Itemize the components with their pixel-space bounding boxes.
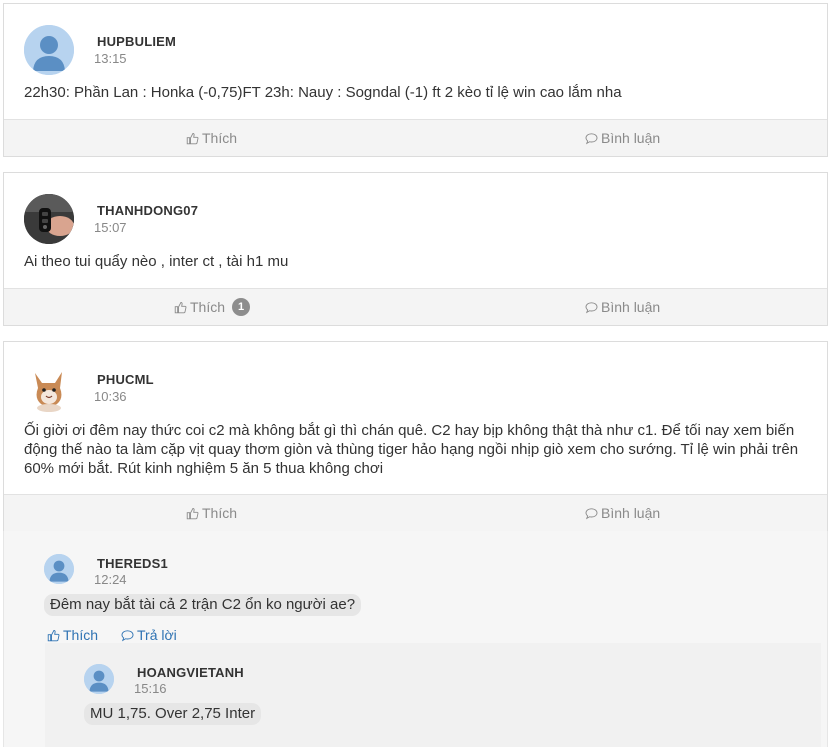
comments-section: THEREDS1 12:24 Đêm nay bắt tài cả 2 trận… [3, 531, 828, 747]
comment-button[interactable]: Bình luận [585, 289, 660, 325]
avatar[interactable] [24, 363, 74, 413]
comment-bubble-icon [585, 507, 598, 519]
post-actions-bar: Thích Bình luận [4, 494, 827, 531]
avatar[interactable] [44, 554, 74, 584]
thumbs-up-icon [186, 507, 199, 519]
comment-like-button[interactable]: Thích [47, 627, 98, 643]
post-card: HUPBULIEM 13:15 22h30: Phần Lan : Honka … [3, 3, 828, 157]
post-time: 13:15 [94, 51, 127, 66]
like-count-badge: 1 [232, 298, 251, 316]
user-silhouette-icon [44, 554, 74, 584]
like-button[interactable]: Thích [186, 120, 237, 156]
post-content: Ối giời ơi đêm nay thức coi c2 mà không … [24, 422, 799, 477]
post-content: Ai theo tui quẩy nèo , inter ct , tài h1… [24, 253, 289, 270]
thumbs-up-icon [174, 301, 187, 313]
reply-bubble: MU 1,75. Over 2,75 Inter [84, 703, 262, 725]
reply-time: 15:16 [134, 681, 167, 696]
comment-button[interactable]: Bình luận [585, 120, 660, 156]
comment-label: Bình luận [601, 505, 661, 521]
avatar[interactable] [84, 664, 114, 694]
comment-time: 12:24 [94, 572, 127, 587]
comment-bubble-icon [585, 301, 598, 313]
avatar[interactable] [24, 194, 74, 244]
reply-button[interactable]: Trả lời [121, 627, 177, 643]
post-username[interactable]: HUPBULIEM [97, 34, 176, 49]
post-username[interactable]: THANHDONG07 [97, 203, 198, 218]
thumbs-up-icon [186, 132, 199, 144]
comment-label: Bình luận [601, 130, 661, 146]
like-label: Thích [190, 299, 226, 315]
post-time: 15:07 [94, 220, 127, 235]
post-actions-bar: Thích Bình luận [4, 119, 827, 156]
avatar[interactable] [24, 25, 74, 75]
reply-thread: HOANGVIETANH 15:16 MU 1,75. Over 2,75 In… [45, 643, 821, 747]
like-button[interactable]: Thích 1 [174, 289, 251, 325]
post-actions-bar: Thích 1 Bình luận [4, 288, 827, 325]
comment-button[interactable]: Bình luận [585, 495, 660, 531]
comment-bubble-icon [121, 629, 134, 641]
comment-bubble: Đêm nay bắt tài cả 2 trận C2 ổn ko người… [44, 594, 362, 616]
post-card: PHUCML 10:36 Ối giời ơi đêm nay thức coi… [3, 341, 828, 532]
post-username[interactable]: PHUCML [97, 372, 154, 387]
like-label: Thích [202, 130, 238, 146]
thumbs-up-icon [47, 629, 60, 641]
comment-like-label: Thích [63, 627, 99, 643]
post-content: 22h30: Phần Lan : Honka (-0,75)FT 23h: N… [24, 84, 622, 101]
post-time: 10:36 [94, 389, 127, 404]
user-silhouette-icon [84, 664, 114, 694]
comment-username[interactable]: THEREDS1 [97, 556, 168, 571]
comment-bubble-icon [585, 132, 598, 144]
post-card: THANHDONG07 15:07 Ai theo tui quẩy nèo ,… [3, 172, 828, 326]
like-button[interactable]: Thích [186, 495, 237, 531]
comment-label: Bình luận [601, 299, 661, 315]
user-silhouette-icon [24, 25, 74, 75]
reply-username[interactable]: HOANGVIETANH [137, 665, 244, 680]
reply-label: Trả lời [137, 627, 177, 643]
car-key-photo-icon [24, 194, 74, 244]
cat-photo-icon [24, 363, 74, 413]
like-label: Thích [202, 505, 238, 521]
